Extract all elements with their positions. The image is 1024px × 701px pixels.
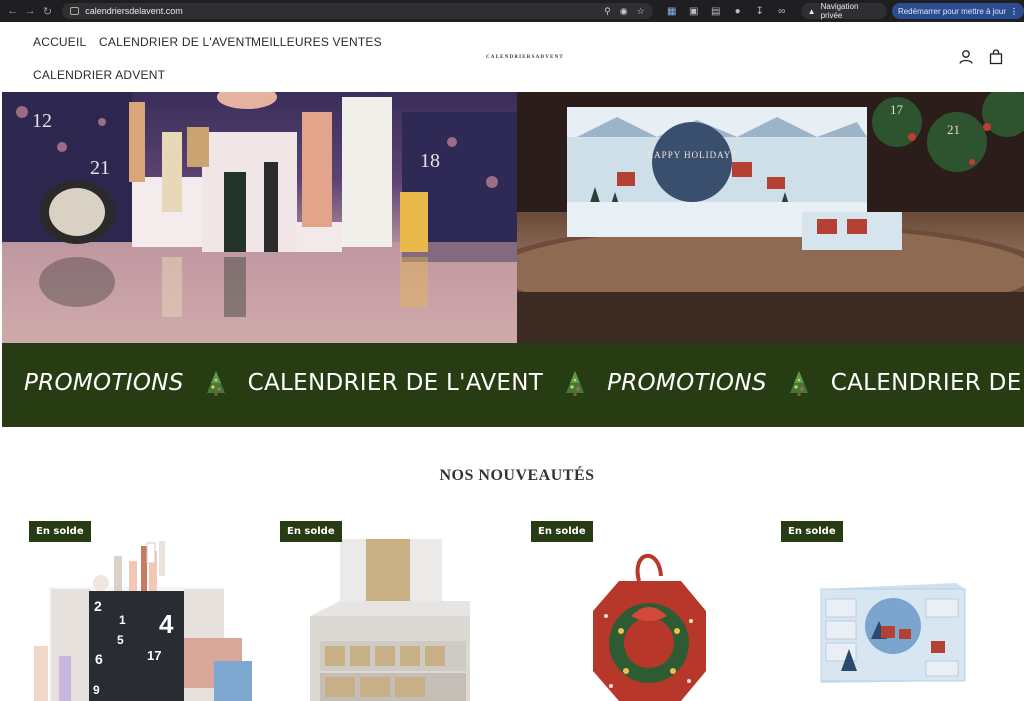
- christmas-tree-icon: [566, 371, 585, 396]
- marquee-item: CALENDRIER DE L'AV: [830, 370, 1024, 396]
- private-browsing-badge[interactable]: ▲ Navigation privée: [800, 2, 887, 20]
- extensions-icon[interactable]: ▣: [683, 6, 705, 17]
- product-card[interactable]: En solde: [781, 521, 1011, 701]
- product-card[interactable]: En solde: [531, 521, 761, 701]
- calendar-number: 4: [159, 609, 174, 639]
- forward-icon[interactable]: →: [21, 0, 38, 22]
- hero-image-holiday-calendar: 17 21 HAPPY HOLIDAYS: [517, 92, 1024, 343]
- private-browsing-label: Navigation privée: [820, 2, 859, 20]
- url-text: calendriersdelavent.com: [85, 6, 183, 16]
- restart-update-label: Redémarrer pour mettre à jour: [897, 6, 1006, 16]
- product-image[interactable]: [781, 521, 1011, 701]
- reading-list-icon[interactable]: ▤: [705, 6, 727, 17]
- download-icon[interactable]: ↧: [749, 6, 771, 17]
- incognito-icon[interactable]: ●: [727, 6, 749, 17]
- hero-number: 12: [32, 110, 52, 132]
- reload-icon[interactable]: ↻: [39, 0, 56, 22]
- nav-link-calendrier-avent[interactable]: CALENDRIER DE L'AVENT: [99, 35, 252, 49]
- marquee-item: PROMOTIONS: [607, 370, 767, 396]
- account-icon[interactable]: [958, 49, 974, 65]
- back-icon[interactable]: ←: [4, 0, 21, 22]
- address-bar[interactable]: calendriersdelavent.com ⚲ ◉ ☆: [62, 3, 653, 19]
- hero-number: 18: [420, 150, 440, 172]
- nav-link-accueil[interactable]: ACCUEIL: [33, 35, 86, 49]
- eye-off-icon[interactable]: ◉: [620, 6, 628, 17]
- hero-number: 17: [890, 102, 904, 117]
- star-icon[interactable]: ☆: [637, 6, 645, 17]
- hero-number: 21: [947, 122, 960, 137]
- site-settings-icon[interactable]: [70, 7, 80, 15]
- product-card[interactable]: En solde 2 1 4 5 6 17 9: [29, 521, 259, 701]
- product-card[interactable]: En solde: [280, 521, 510, 701]
- hero-number: 21: [90, 157, 110, 179]
- sale-badge: En solde: [29, 521, 91, 542]
- translate-icon[interactable]: ▦: [661, 6, 683, 17]
- christmas-tree-icon: [789, 371, 808, 396]
- cart-icon[interactable]: [988, 49, 1004, 65]
- link-icon[interactable]: ∞: [771, 6, 793, 17]
- incognito-hat-icon: ▲: [807, 6, 816, 16]
- product-image[interactable]: 2 1 4 5 6 17 9: [29, 521, 259, 701]
- hero-banner[interactable]: 12 21 18 17 21 HAPPY HOLIDAYS: [2, 92, 1024, 343]
- calendar-number: 9: [93, 683, 100, 697]
- hero-image-cosmetics: 12 21 18: [2, 92, 517, 343]
- product-image[interactable]: [531, 521, 761, 701]
- nav-link-meilleures-ventes[interactable]: MEILLEURES VENTES: [251, 35, 382, 49]
- site-logo[interactable]: CALENDRIERSADVENT: [486, 55, 564, 60]
- nav-link-calendrier-advent[interactable]: CALENDRIER ADVENT: [33, 68, 165, 82]
- zoom-icon[interactable]: ⚲: [604, 6, 611, 17]
- calendar-number: 17: [147, 648, 161, 663]
- more-menu-icon[interactable]: ⋮: [1010, 7, 1018, 16]
- sale-badge: En solde: [781, 521, 843, 542]
- marquee-item: PROMOTIONS: [24, 370, 184, 396]
- site-header: ACCUEIL CALENDRIER DE L'AVENT MEILLEURES…: [0, 22, 1024, 92]
- calendar-number: 2: [94, 598, 102, 614]
- sale-badge: En solde: [531, 521, 593, 542]
- hero-box-text: HAPPY HOLIDAYS: [647, 150, 738, 160]
- sale-badge: En solde: [280, 521, 342, 542]
- calendar-number: 5: [117, 633, 124, 647]
- marquee-track: PROMOTIONS CALENDRIER DE L'AVENT PROMOTI…: [24, 369, 1024, 397]
- product-image[interactable]: [280, 521, 510, 701]
- christmas-tree-icon: [206, 371, 225, 396]
- calendar-number: 6: [95, 651, 103, 667]
- marquee-item: CALENDRIER DE L'AVENT: [247, 370, 544, 396]
- calendar-number: 1: [119, 613, 126, 627]
- promo-marquee[interactable]: PROMOTIONS CALENDRIER DE L'AVENT PROMOTI…: [2, 343, 1024, 427]
- restart-update-button[interactable]: Redémarrer pour mettre à jour ⋮: [891, 3, 1024, 19]
- section-title: NOS NOUVEAUTÉS: [439, 467, 595, 484]
- browser-toolbar: ← → ↻ calendriersdelavent.com ⚲ ◉ ☆ ▦ ▣ …: [0, 0, 1024, 22]
